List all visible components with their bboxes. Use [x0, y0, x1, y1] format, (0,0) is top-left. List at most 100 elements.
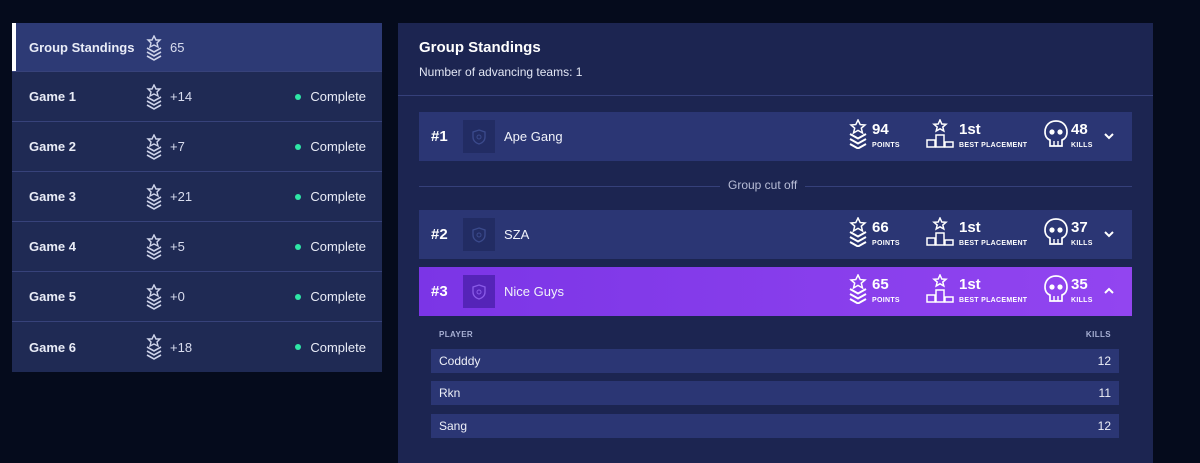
status-dot-icon [295, 243, 302, 250]
sidebar-item-points: +18 [170, 339, 193, 355]
placement-caption: BEST PLACEMENT [959, 240, 1028, 247]
rank-chevron-icon [146, 184, 162, 210]
sidebar-item-points: 65 [170, 39, 185, 55]
status-badge: Complete [295, 189, 366, 204]
status-badge: Complete [295, 340, 366, 355]
status-label: Complete [310, 189, 366, 204]
game-sidebar: Group Standings 65 Game 1 +14 Complete G… [12, 23, 382, 372]
points-icon [849, 217, 867, 247]
group-cutoff-label: Group cut off [720, 178, 806, 192]
status-label: Complete [310, 339, 366, 355]
team-rank: #1 [431, 128, 448, 145]
team-rank: #3 [431, 283, 448, 300]
sidebar-item-game-3[interactable]: Game 3 +21 Complete [12, 172, 382, 222]
status-badge: Complete [295, 89, 366, 104]
sidebar-item-game-2[interactable]: Game 2 +7 Complete [12, 122, 382, 172]
status-badge: Complete [295, 289, 366, 304]
status-dot-icon [295, 93, 302, 100]
points-icon [849, 274, 867, 304]
player-kills: 12 [1097, 354, 1111, 368]
player-row: Rkn 11 [431, 381, 1119, 405]
kills-column-header: KILLS [1085, 330, 1111, 339]
status-label: Complete [310, 139, 366, 154]
team-logo-icon [463, 275, 495, 308]
sidebar-item-points: +5 [170, 239, 185, 254]
players-table-header: PLAYER KILLS [439, 330, 1111, 339]
status-label: Complete [310, 89, 366, 104]
chevron-up-icon[interactable] [1103, 285, 1115, 297]
podium-icon [926, 119, 954, 148]
kills-caption: KILLS [1071, 297, 1093, 304]
status-badge: Complete [295, 239, 366, 254]
team-name: SZA [504, 227, 530, 242]
rank-chevron-icon [146, 84, 162, 110]
skull-icon [1044, 218, 1068, 245]
team-points-value: 94 [872, 121, 889, 138]
player-name: Rkn [439, 386, 461, 400]
kills-caption: KILLS [1071, 142, 1093, 149]
rank-chevron-icon [146, 134, 162, 160]
sidebar-item-points: +14 [170, 89, 193, 104]
team-rank: #2 [431, 226, 448, 243]
sidebar-item-label: Game 4 [29, 239, 76, 254]
team-row[interactable]: #1 Ape Gang 94 POINTS 1st BEST PLACEMENT… [419, 112, 1132, 161]
podium-icon [926, 217, 954, 246]
rank-chevron-icon [146, 35, 162, 61]
rank-chevron-icon [146, 284, 162, 310]
status-dot-icon [295, 293, 302, 300]
player-name: Codddy [439, 354, 481, 368]
chevron-down-icon[interactable] [1103, 228, 1115, 240]
team-placement-value: 1st [959, 219, 981, 236]
sidebar-item-points: +0 [170, 289, 185, 304]
team-kills-value: 48 [1071, 121, 1088, 138]
status-dot-icon [295, 143, 302, 150]
team-row-expanded[interactable]: #3 Nice Guys 65 POINTS 1st BEST PLACEMEN… [419, 267, 1132, 316]
player-name: Sang [439, 419, 468, 433]
team-points-value: 66 [872, 219, 889, 236]
status-badge: Complete [295, 139, 366, 154]
team-name: Nice Guys [504, 284, 564, 299]
sidebar-item-label: Game 3 [29, 189, 76, 204]
sidebar-item-game-4[interactable]: Game 4 +5 Complete [12, 222, 382, 272]
chevron-down-icon[interactable] [1103, 130, 1115, 142]
team-placement-value: 1st [959, 276, 981, 293]
team-kills-value: 37 [1071, 219, 1088, 236]
sidebar-item-game-5[interactable]: Game 5 +0 Complete [12, 272, 382, 322]
page-title: Group Standings [419, 39, 541, 56]
team-placement-value: 1st [959, 121, 981, 138]
player-column-header: PLAYER [439, 330, 474, 339]
team-name: Ape Gang [504, 129, 563, 144]
status-label: Complete [310, 289, 366, 304]
sidebar-item-game-6[interactable]: Game 6 +18 Complete [12, 322, 382, 372]
sidebar-item-label: Game 5 [29, 289, 76, 304]
panel-header: Group Standings Number of advancing team… [398, 23, 1153, 96]
podium-icon [926, 274, 954, 303]
status-dot-icon [295, 193, 302, 200]
points-caption: POINTS [872, 142, 900, 149]
team-row[interactable]: #2 SZA 66 POINTS 1st BEST PLACEMENT 37 K… [419, 210, 1132, 259]
team-kills-value: 35 [1071, 276, 1088, 293]
advancing-teams-text: Number of advancing teams: 1 [419, 65, 583, 79]
player-row: Codddy 12 [431, 349, 1119, 373]
skull-icon [1044, 275, 1068, 302]
points-caption: POINTS [872, 297, 900, 304]
kills-caption: KILLS [1071, 240, 1093, 247]
placement-caption: BEST PLACEMENT [959, 297, 1028, 304]
team-logo-icon [463, 120, 495, 153]
player-kills: 12 [1097, 419, 1111, 433]
sidebar-item-game-1[interactable]: Game 1 +14 Complete [12, 72, 382, 122]
team-points-value: 65 [872, 276, 889, 293]
player-kills: 11 [1098, 386, 1111, 400]
standings-panel: Group Standings Number of advancing team… [398, 23, 1153, 463]
player-row: Sang 12 [431, 414, 1119, 438]
sidebar-item-label: Group Standings [29, 39, 135, 55]
points-icon [849, 119, 867, 149]
skull-icon [1044, 120, 1068, 147]
placement-caption: BEST PLACEMENT [959, 142, 1028, 149]
sidebar-item-points: +7 [170, 139, 185, 154]
sidebar-item-points: +21 [170, 189, 193, 204]
sidebar-item-label: Game 1 [29, 89, 76, 104]
points-caption: POINTS [872, 240, 900, 247]
status-label: Complete [310, 239, 366, 254]
sidebar-item-group-standings[interactable]: Group Standings 65 [12, 23, 382, 72]
